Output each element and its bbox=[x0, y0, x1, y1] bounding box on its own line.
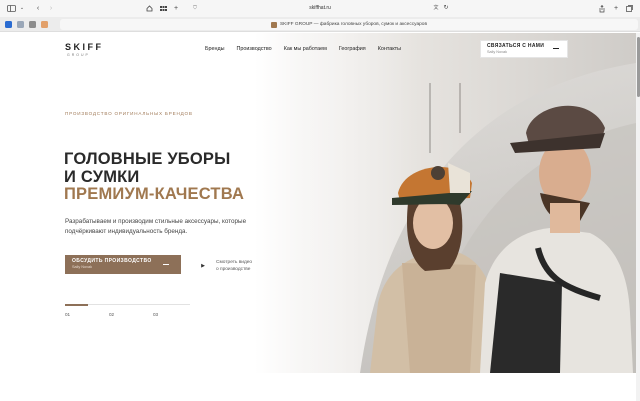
browser-window: ⌄ ‹ › + ⛉ skiffhat.ru 文 ↻ + SKIFF GROUP … bbox=[0, 0, 640, 401]
watch-video-line1: Смотреть видео bbox=[216, 260, 253, 265]
hero-title-line2: И СУМКИ bbox=[64, 167, 140, 186]
chevron-down-icon[interactable]: ⌄ bbox=[19, 4, 25, 13]
watch-video-link[interactable]: ▶ Смотреть видео о производстве bbox=[196, 259, 252, 273]
nav-item-production[interactable]: Производство bbox=[237, 46, 272, 52]
nav-item-brands[interactable]: Бренды bbox=[205, 46, 225, 52]
pinned-tab-icon[interactable] bbox=[29, 21, 36, 28]
contact-us-label: СВЯЗАТЬСЯ С НАМИ bbox=[487, 43, 545, 49]
site-favicon-icon bbox=[270, 21, 277, 28]
slide-indicator[interactable]: 03 bbox=[153, 312, 197, 317]
contact-us-button[interactable]: СВЯЗАТЬСЯ С НАМИ Sally Novak bbox=[480, 40, 568, 58]
watch-video-text: Смотреть видео о производстве bbox=[216, 259, 252, 273]
pinned-tab-icon[interactable] bbox=[5, 21, 12, 28]
back-icon[interactable]: ‹ bbox=[35, 4, 41, 13]
hero-title-line1: ГОЛОВНЫЕ УБОРЫ bbox=[64, 150, 231, 168]
hero-title: ГОЛОВНЫЕ УБОРЫ И СУМКИ ПРЕМИУМ-КАЧЕСТВА bbox=[64, 150, 245, 204]
nav-item-geography[interactable]: География bbox=[339, 46, 366, 52]
hero-photo bbox=[300, 33, 636, 373]
contact-us-sublabel: Sally Novak bbox=[487, 50, 508, 54]
forward-icon[interactable]: › bbox=[48, 4, 54, 13]
nav-item-contacts[interactable]: Контакты bbox=[378, 46, 401, 52]
translate-icon[interactable]: 文 bbox=[432, 4, 440, 13]
scrollbar-thumb[interactable] bbox=[636, 37, 640, 97]
address-bar[interactable]: skiffhat.ru bbox=[300, 5, 340, 11]
pinned-tab-icon[interactable] bbox=[17, 21, 24, 28]
home-icon[interactable] bbox=[145, 4, 153, 13]
new-tab-icon[interactable]: + bbox=[172, 4, 180, 13]
shield-icon[interactable]: ⛉ bbox=[192, 4, 198, 13]
play-icon[interactable]: ▶ bbox=[196, 259, 210, 273]
slider-progress bbox=[65, 303, 190, 306]
hero-section: SKIFF GROUP Бренды Производство Как мы р… bbox=[0, 33, 636, 373]
logo-main: SKIFF bbox=[65, 42, 104, 52]
tabs-icon[interactable] bbox=[625, 4, 633, 13]
web-page: SKIFF GROUP Бренды Производство Как мы р… bbox=[0, 33, 636, 401]
page-scrollbar[interactable] bbox=[636, 33, 640, 401]
tab-overview-icon[interactable] bbox=[159, 4, 167, 13]
dash-icon bbox=[553, 48, 559, 49]
main-nav: Бренды Производство Как мы работаем Геог… bbox=[205, 46, 401, 52]
slide-indicator[interactable]: 01 bbox=[65, 312, 109, 317]
site-logo[interactable]: SKIFF GROUP bbox=[65, 42, 104, 57]
discuss-production-button[interactable]: ОБСУДИТЬ ПРОИЗВОДСТВО Sally Novak bbox=[65, 255, 181, 274]
dash-icon bbox=[163, 264, 169, 265]
hero-title-accent: ПРЕМИУМ-КАЧЕСТВА bbox=[64, 185, 245, 203]
discuss-production-label: ОБСУДИТЬ ПРОИЗВОДСТВО bbox=[72, 258, 152, 264]
pinned-tab-icon[interactable] bbox=[41, 21, 48, 28]
nav-item-how-we-work[interactable]: Как мы работаем bbox=[284, 46, 327, 52]
hero-lead: Разрабатываем и производим стильные аксе… bbox=[65, 218, 247, 235]
discuss-production-sublabel: Sally Novak bbox=[72, 265, 93, 269]
logo-sub: GROUP bbox=[67, 53, 90, 57]
sidebar-toggle-icon[interactable] bbox=[6, 4, 16, 13]
browser-toolbar: ⌄ ‹ › + ⛉ skiffhat.ru 文 ↻ + bbox=[0, 0, 640, 17]
share-icon[interactable] bbox=[598, 4, 606, 13]
slide-indicator[interactable]: 02 bbox=[109, 312, 153, 317]
slide-indicators: 01 02 03 bbox=[65, 312, 197, 317]
tab-title: SKIFF GROUP — фабрика головных уборов, с… bbox=[279, 22, 428, 27]
slider-progress-fill bbox=[65, 303, 88, 306]
watch-video-line2: о производстве bbox=[216, 267, 251, 272]
hero-eyebrow: ПРОИЗВОДСТВО ОРИГИНАЛЬНЫХ БРЕНДОВ bbox=[65, 111, 193, 116]
tab-active[interactable]: SKIFF GROUP — фабрика головных уборов, с… bbox=[60, 19, 638, 30]
new-tab-plus-icon[interactable]: + bbox=[612, 4, 620, 13]
reload-icon[interactable]: ↻ bbox=[443, 4, 449, 13]
tab-bar: SKIFF GROUP — фабрика головных уборов, с… bbox=[0, 17, 640, 32]
